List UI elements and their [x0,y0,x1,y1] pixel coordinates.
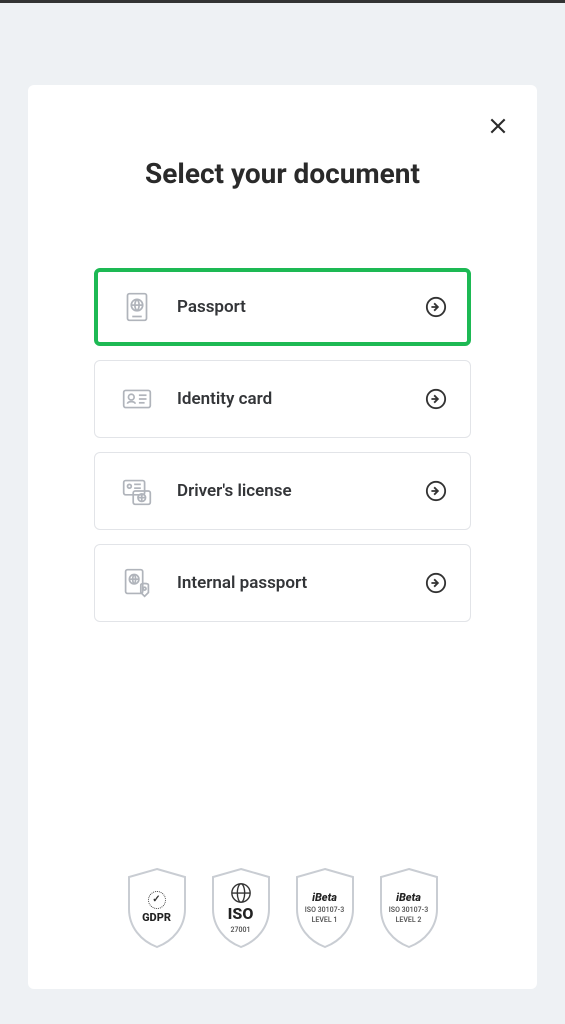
document-select-modal: Select your document Passport [28,85,537,989]
gdpr-check-icon [148,891,166,909]
badge-label: ISO [228,905,254,923]
option-label: Identity card [177,389,404,409]
option-label: Driver's license [177,481,404,501]
identity-card-icon [117,379,157,419]
badge-sublabel: LEVEL 1 [312,916,338,924]
option-passport[interactable]: Passport [94,268,471,346]
modal-title: Select your document [58,157,507,190]
close-icon [488,116,508,136]
internal-passport-icon [117,563,157,603]
badge-gdpr: GDPR [121,865,193,951]
badge-ibeta-1: iBeta ISO 30107-3 LEVEL 1 [289,865,361,951]
badge-sublabel: 27001 [231,926,251,934]
option-label: Internal passport [177,573,404,593]
globe-icon [230,882,252,904]
badge-label: GDPR [142,912,171,925]
arrow-right-icon [424,479,448,503]
compliance-badges: GDPR ISO 27001 iBeta ISO 30107-3 LEVEL 1 [58,865,507,961]
option-label: Passport [177,297,404,317]
option-internal-passport[interactable]: Internal passport [94,544,471,622]
badge-sublabel: LEVEL 2 [396,916,422,924]
arrow-right-icon [424,387,448,411]
passport-icon [117,287,157,327]
badge-label: iBeta [312,892,337,905]
badge-iso: ISO 27001 [205,865,277,951]
document-options: Passport Identity card [58,268,507,622]
badge-label: iBeta [396,892,421,905]
badge-sublabel: ISO 30107-3 [389,906,428,914]
close-button[interactable] [485,113,511,139]
badge-ibeta-2: iBeta ISO 30107-3 LEVEL 2 [373,865,445,951]
option-drivers-license[interactable]: Driver's license [94,452,471,530]
arrow-right-icon [424,571,448,595]
arrow-right-icon [424,295,448,319]
badge-sublabel: ISO 30107-3 [305,906,344,914]
option-identity-card[interactable]: Identity card [94,360,471,438]
drivers-license-icon [117,471,157,511]
